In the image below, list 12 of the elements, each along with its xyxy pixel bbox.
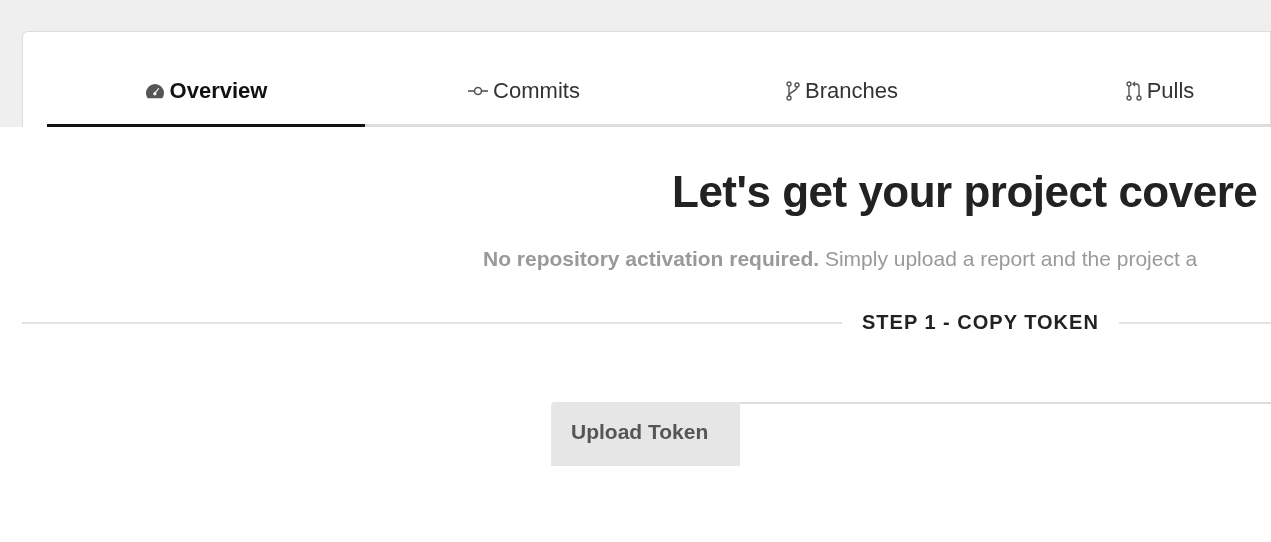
tab[interactable]: Commits	[365, 58, 683, 127]
tab[interactable]: Overview	[47, 58, 365, 127]
commit-icon	[468, 86, 489, 96]
upload-token-label: Upload Token	[551, 402, 740, 466]
tab[interactable]: Branches	[683, 58, 1001, 127]
pull-request-icon	[1125, 81, 1142, 101]
tab[interactable]: Pulls	[1001, 58, 1271, 127]
branch-icon	[786, 81, 800, 101]
page-heading: Let's get your project covere	[672, 167, 1259, 217]
gauge-icon	[144, 83, 165, 99]
subtitle-text: No repository activation required. Simply upload a report and the project a	[483, 247, 1199, 271]
step-heading: STEP 1 - COPY TOKEN	[861, 311, 1100, 334]
